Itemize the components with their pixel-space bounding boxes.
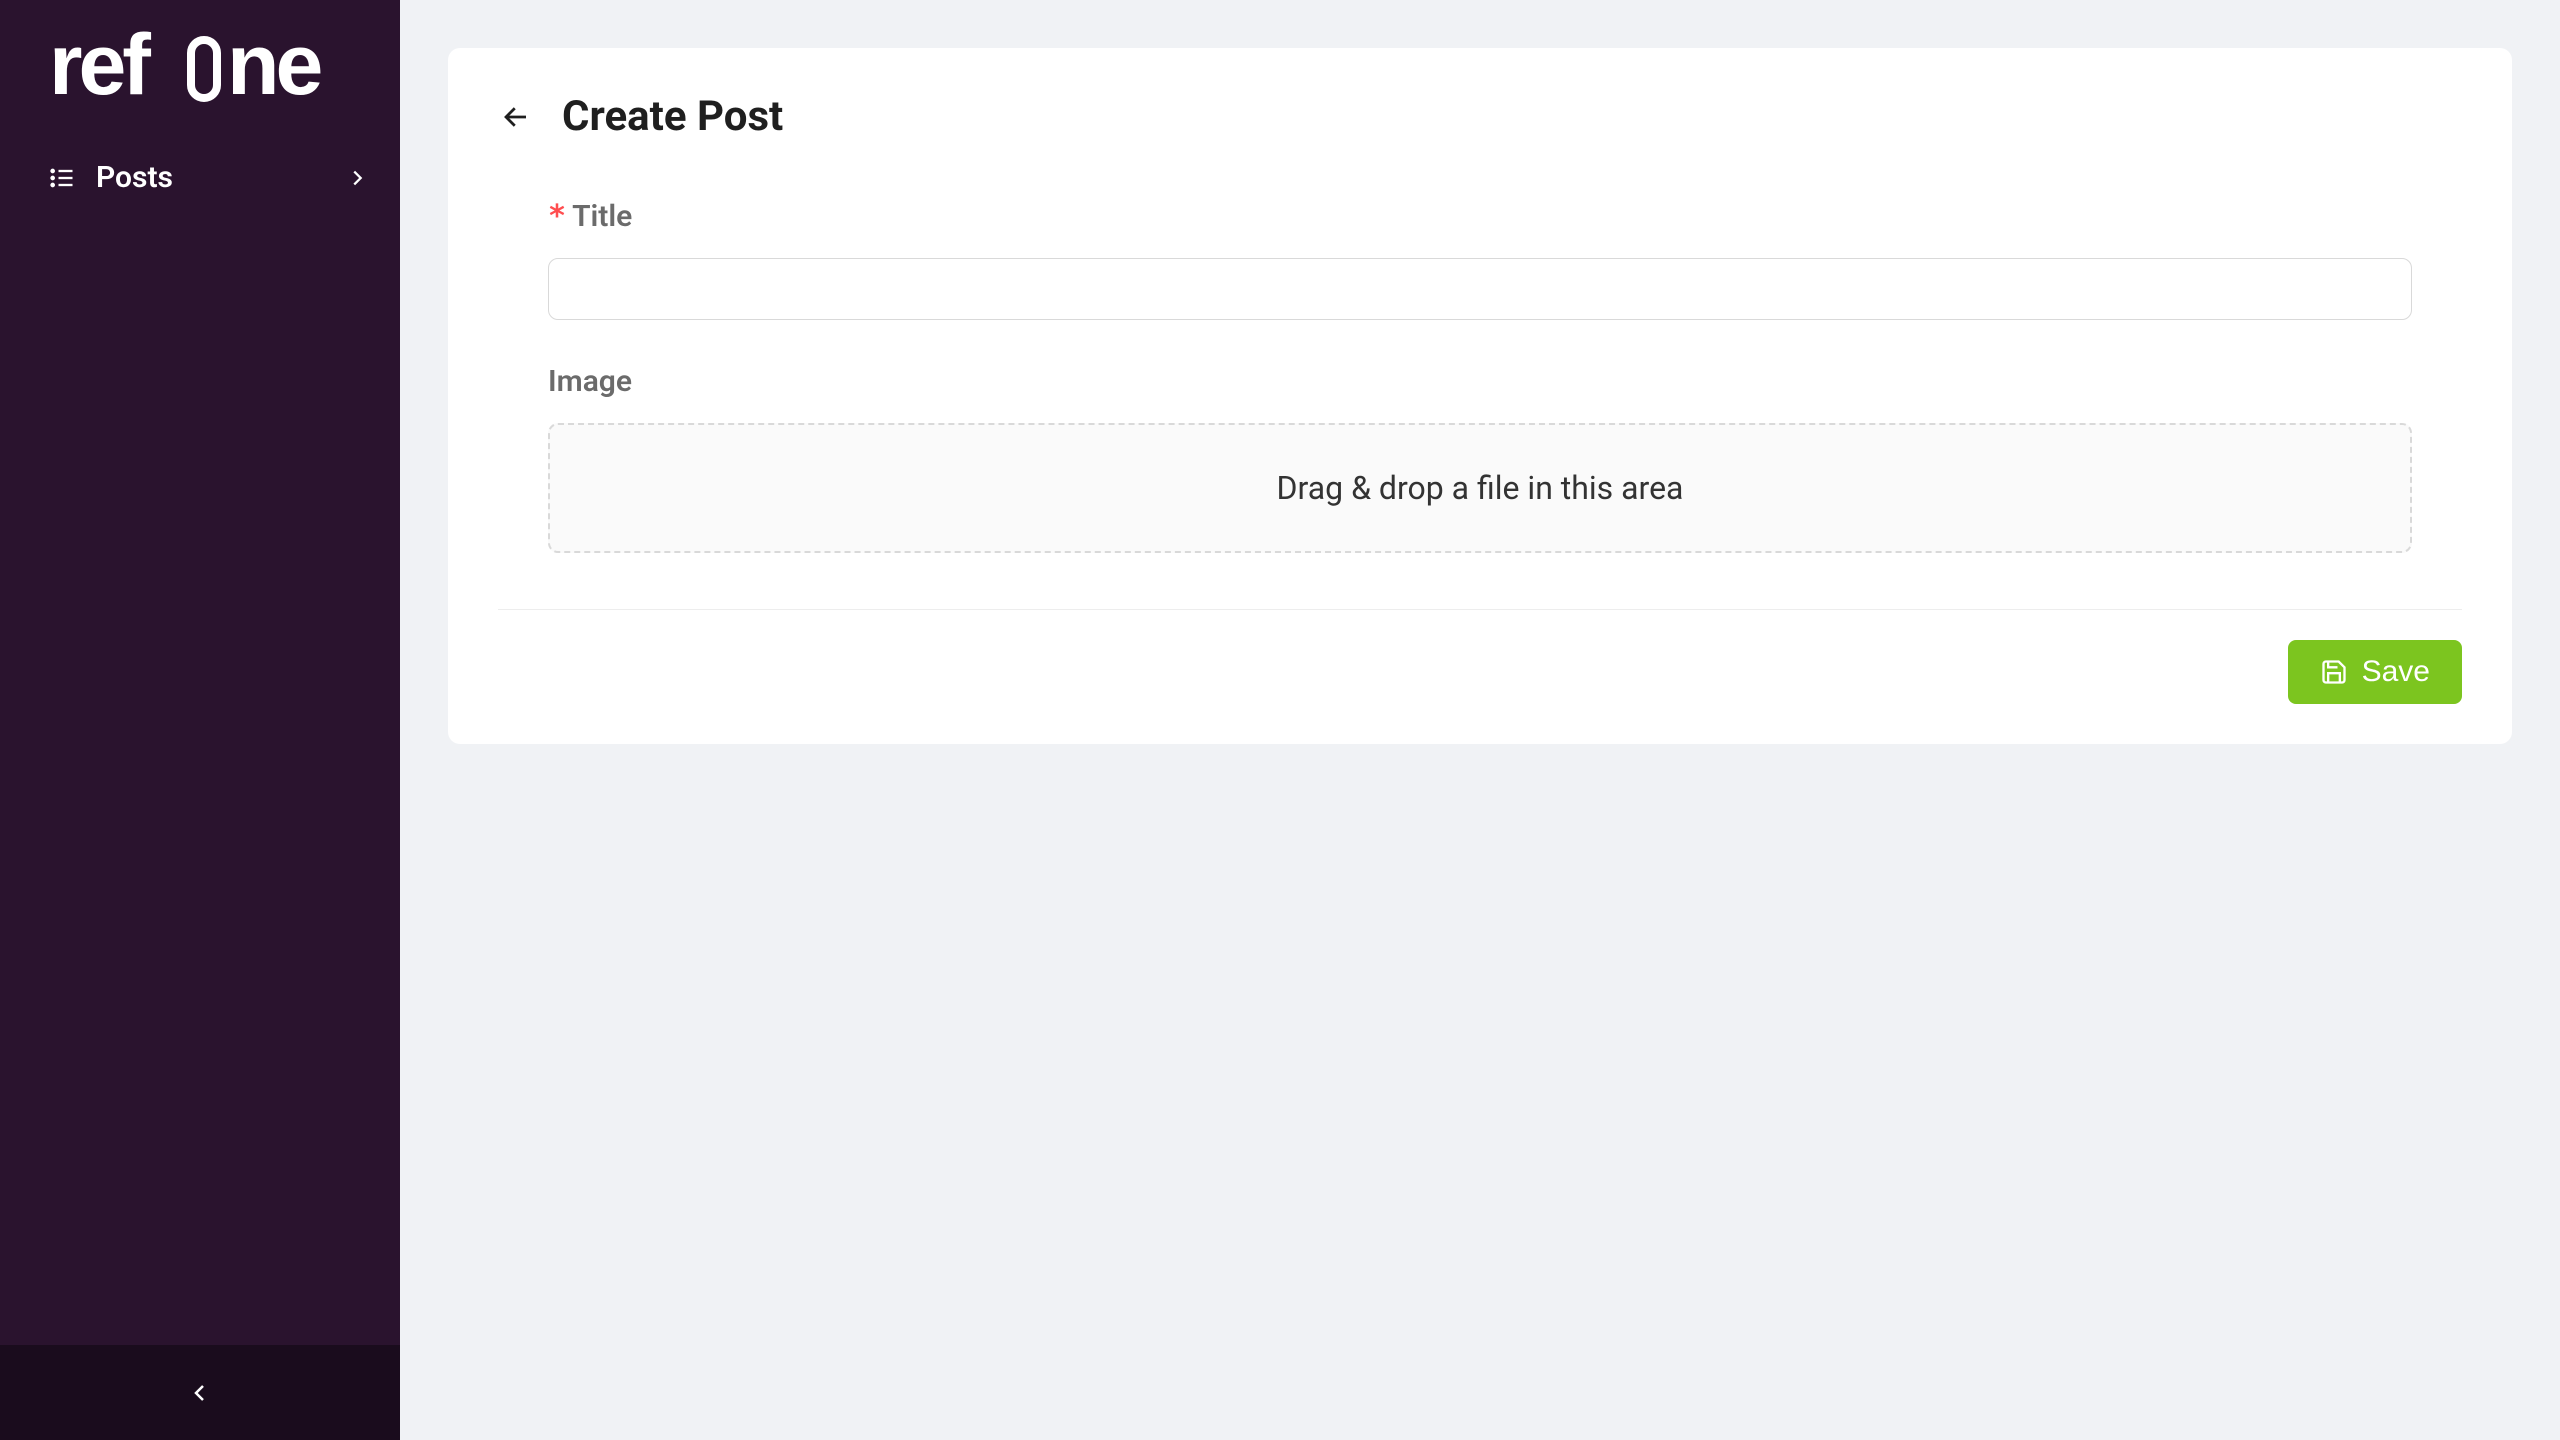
arrow-left-icon [501, 102, 531, 132]
refine-logo-icon: ref ne [44, 22, 354, 112]
chevron-left-icon [188, 1381, 212, 1405]
card-header: Create Post [498, 92, 2462, 141]
dropzone-text: Drag & drop a file in this area [1277, 469, 1684, 507]
image-dropzone[interactable]: Drag & drop a file in this area [548, 423, 2412, 553]
back-button[interactable] [498, 99, 534, 135]
list-icon [48, 164, 76, 192]
title-input[interactable] [548, 258, 2412, 320]
main-content: Create Post *Title Image Drag & drop a f… [400, 0, 2560, 1440]
sidebar-collapse-button[interactable] [0, 1345, 400, 1440]
title-label-wrap: *Title [548, 199, 2412, 234]
save-icon [2320, 658, 2348, 686]
brand-logo: ref ne [0, 0, 400, 134]
save-button-label: Save [2362, 655, 2430, 689]
create-post-card: Create Post *Title Image Drag & drop a f… [448, 48, 2512, 744]
sidebar-nav: Posts [0, 134, 400, 1345]
svg-text:ref: ref [49, 22, 151, 112]
save-button[interactable]: Save [2288, 640, 2462, 704]
card-footer: Save [498, 609, 2462, 704]
form-item-title: *Title [548, 199, 2412, 320]
page-title: Create Post [562, 92, 783, 141]
image-label: Image [548, 364, 2412, 399]
svg-text:ne: ne [227, 22, 321, 112]
sidebar-item-label: Posts [96, 160, 326, 195]
sidebar-item-posts[interactable]: Posts [0, 144, 400, 211]
form-item-image: Image Drag & drop a file in this area [548, 364, 2412, 553]
sidebar: ref ne Posts [0, 0, 400, 1440]
title-label: Title [572, 199, 632, 234]
required-mark: * [548, 199, 566, 234]
form-body: *Title Image Drag & drop a file in this … [498, 199, 2462, 553]
chevron-right-icon [346, 167, 368, 189]
